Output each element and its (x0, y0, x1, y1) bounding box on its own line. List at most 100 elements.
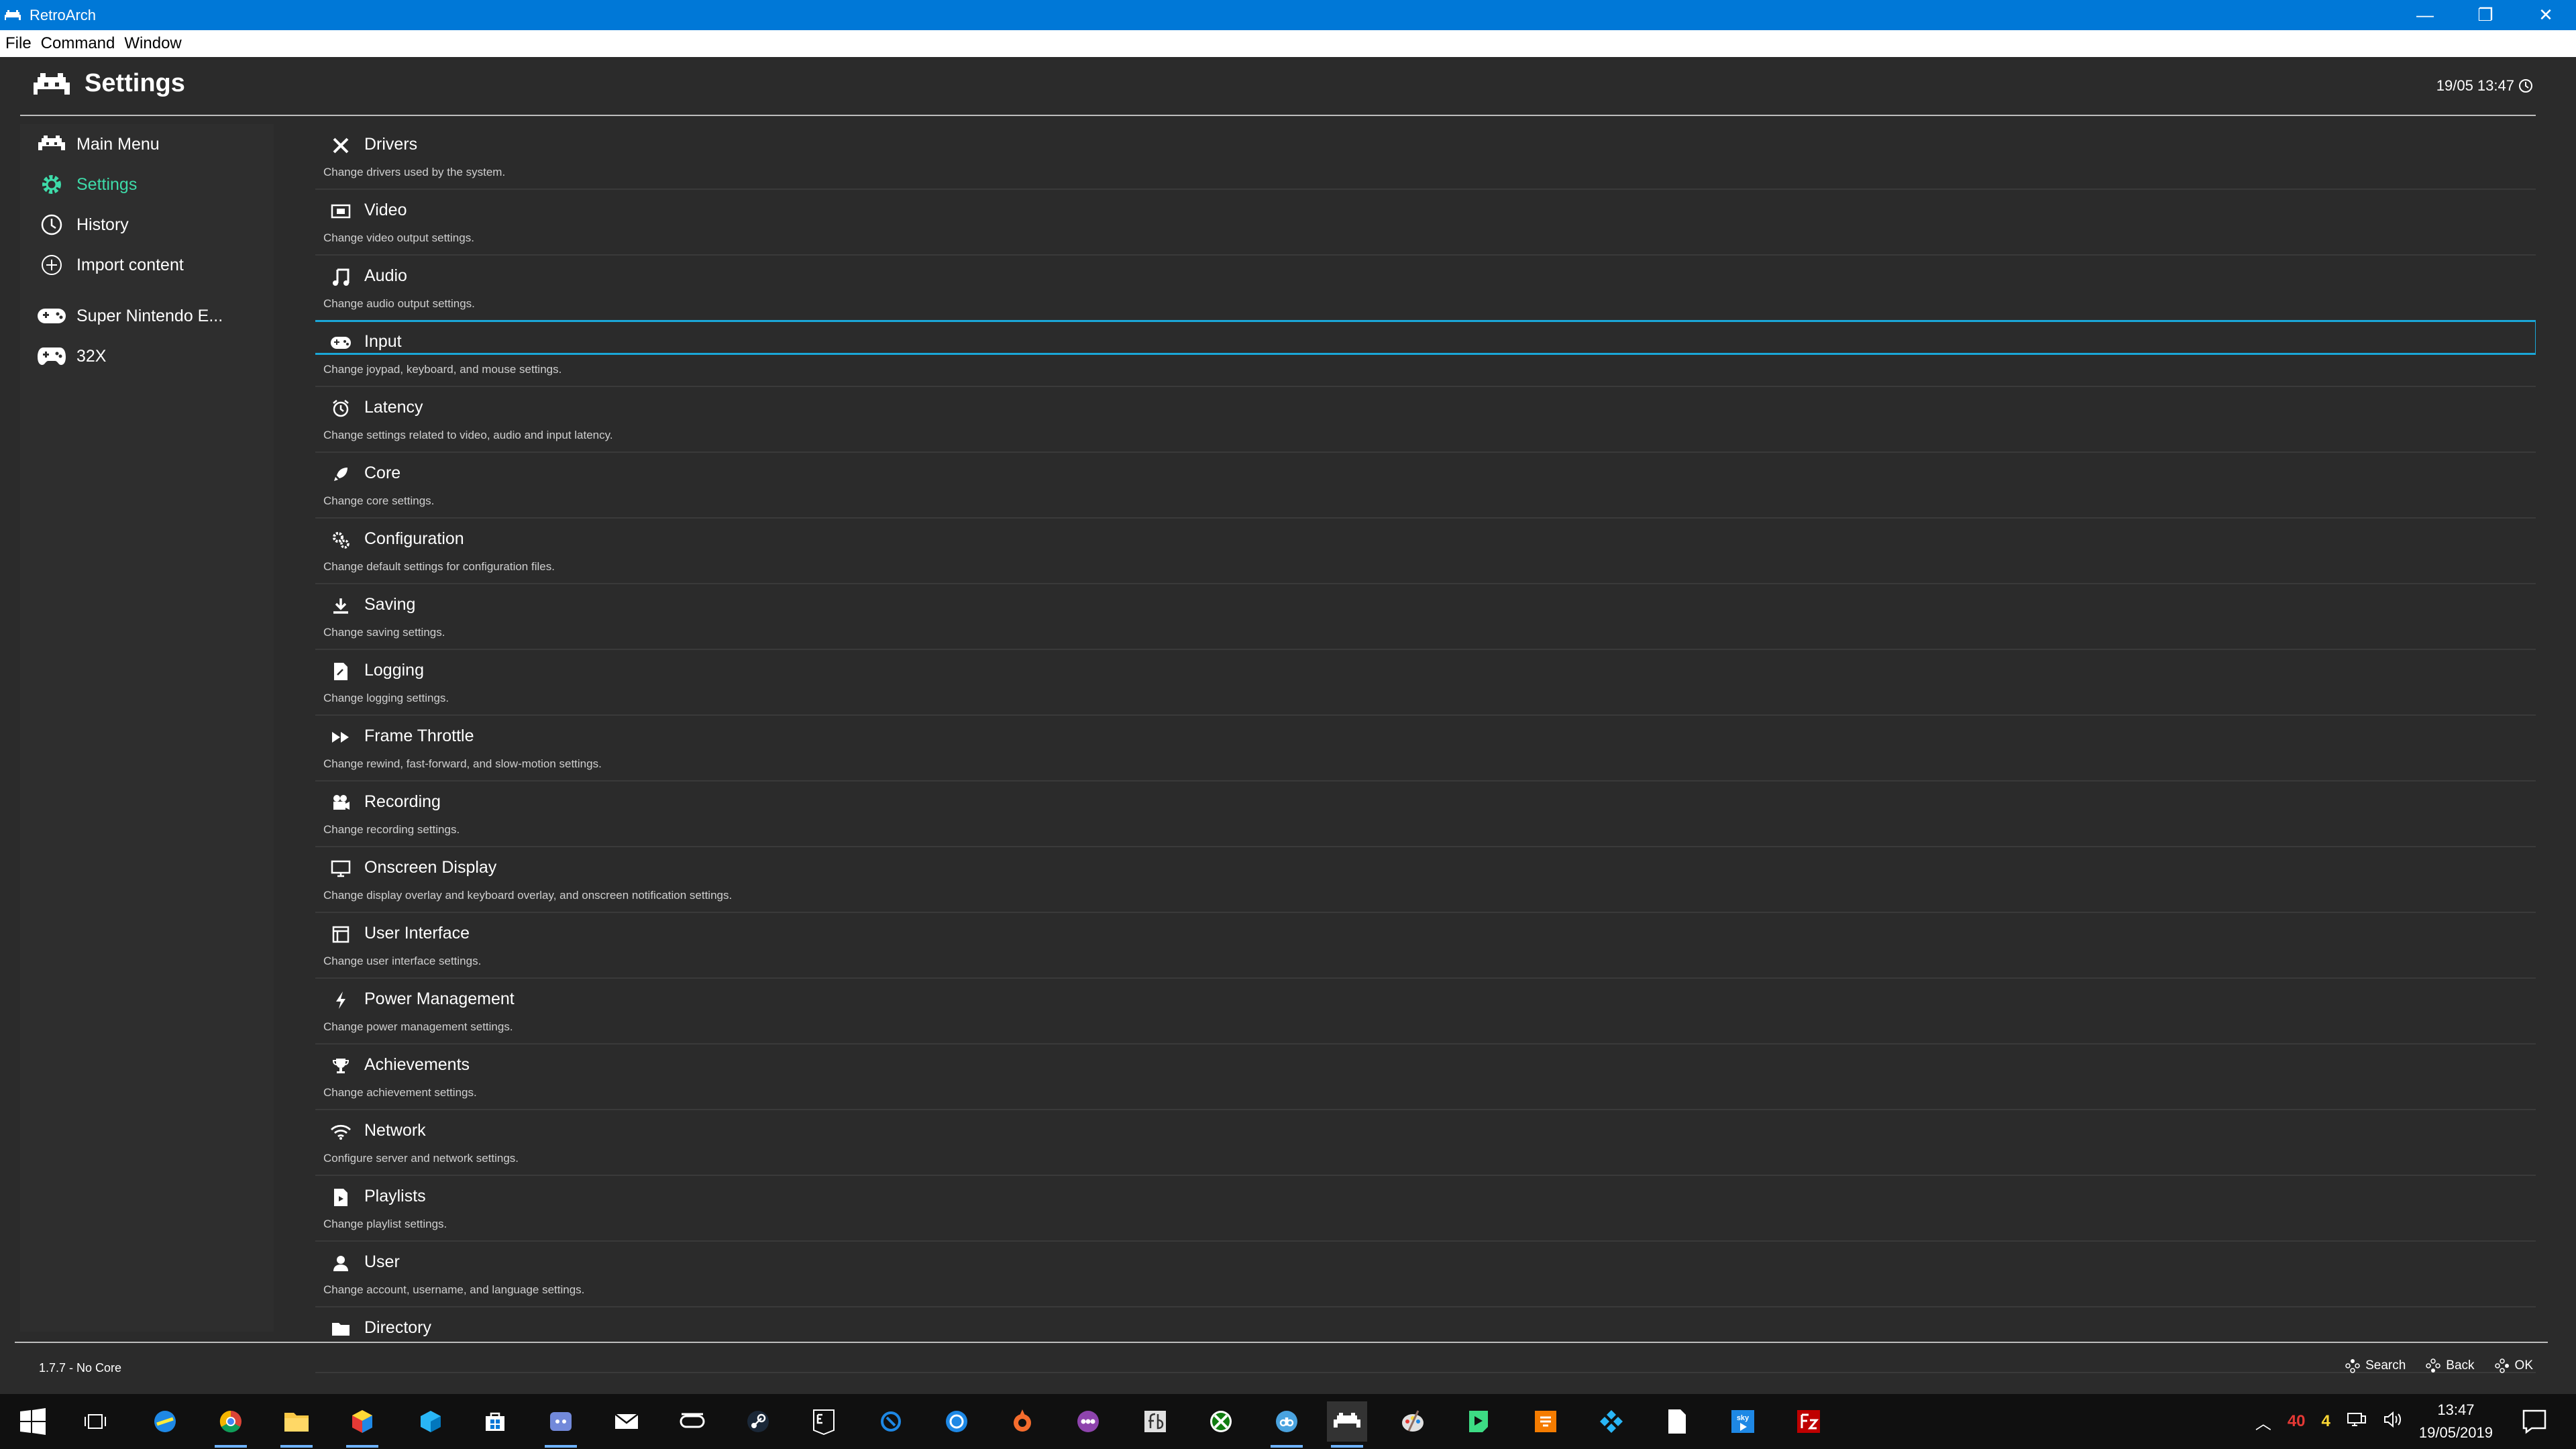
window-titlebar: RetroArch — ❐ ✕ (0, 0, 2576, 30)
settings-item-network[interactable]: Network Configure server and network set… (315, 1110, 2536, 1176)
origin-icon[interactable] (1002, 1401, 1042, 1442)
settings-item-configuration[interactable]: Configuration Change default settings fo… (315, 519, 2536, 584)
kodi-icon[interactable] (1591, 1401, 1631, 1442)
tray-counter-red[interactable]: 40 (2288, 1412, 2306, 1431)
streaming-app-icon[interactable] (1458, 1401, 1499, 1442)
settings-item-playlists[interactable]: Playlists Change playlist settings. (315, 1176, 2536, 1242)
history-icon (35, 208, 68, 241)
sidebar-item-settings[interactable]: Settings (20, 164, 274, 205)
settings-item-user[interactable]: User Change account, username, and langu… (315, 1242, 2536, 1307)
sidebar-item-import-content[interactable]: Import content (20, 245, 274, 285)
settings-item-label: User (364, 1252, 400, 1271)
file-explorer-icon[interactable] (276, 1401, 317, 1448)
tray-counter-yellow[interactable]: 4 (2322, 1412, 2330, 1431)
sidebar-item-label: Import content (76, 255, 184, 274)
lightning-icon (329, 988, 353, 1012)
sidebar-item-label: History (76, 215, 129, 234)
epic-games-icon[interactable] (804, 1401, 844, 1442)
settings-item-onscreen-display[interactable]: Onscreen Display Change display overlay … (315, 847, 2536, 913)
sidebar-item-32x-playlist[interactable]: 32X (20, 336, 274, 376)
blank-file-icon[interactable] (1657, 1401, 1697, 1442)
game-launcher-icon[interactable] (342, 1401, 382, 1448)
minimize-button[interactable]: — (2395, 0, 2455, 30)
log-file-icon (329, 659, 353, 684)
settings-item-description: Change playlist settings. (323, 1218, 447, 1230)
menu-command[interactable]: Command (41, 34, 115, 53)
volume-tray-icon[interactable] (2383, 1411, 2403, 1433)
gog-galaxy-icon[interactable] (1068, 1401, 1108, 1442)
video-icon (329, 199, 353, 223)
settings-item-description: Change default settings for configuratio… (323, 560, 555, 573)
retroarch-taskbar-icon[interactable] (1327, 1401, 1367, 1448)
discord-icon[interactable] (541, 1401, 581, 1448)
network-tray-icon[interactable] (2347, 1411, 2367, 1433)
footer: 1.7.7 - No Core Search Back OK (0, 1344, 2576, 1394)
action-center-icon[interactable] (2520, 1407, 2549, 1436)
sidebar-item-label: Main Menu (76, 134, 160, 154)
sidebar-item-snes-playlist[interactable]: Super Nintendo E... (20, 296, 274, 336)
sidebar-item-history[interactable]: History (20, 205, 274, 245)
settings-item-description: Change saving settings. (323, 626, 445, 639)
snes-controller-icon (35, 299, 68, 333)
paint-app-icon[interactable] (1393, 1401, 1433, 1442)
search-hint-button[interactable]: Search (2345, 1358, 2406, 1373)
download-icon (329, 594, 353, 618)
3d-box-app-icon[interactable] (411, 1401, 451, 1442)
svg-text:sky: sky (1737, 1414, 1750, 1422)
playlist-file-icon (329, 1185, 353, 1210)
foobar-icon[interactable] (1135, 1401, 1175, 1442)
chrome-icon[interactable] (211, 1401, 251, 1448)
sidebar: Main Menu Settings History Import conten… (20, 124, 274, 1332)
settings-item-logging[interactable]: Logging Change logging settings. (315, 650, 2536, 716)
settings-item-audio[interactable]: Audio Change audio output settings. (315, 256, 2536, 321)
ok-hint-button[interactable]: OK (2494, 1358, 2533, 1373)
settings-item-power-management[interactable]: Power Management Change power management… (315, 979, 2536, 1044)
filezilla-icon[interactable] (1788, 1401, 1829, 1442)
settings-item-core[interactable]: Core Change core settings. (315, 453, 2536, 519)
mail-icon[interactable] (606, 1401, 647, 1442)
settings-item-label: Input (364, 332, 402, 351)
show-hidden-icons-chevron-icon[interactable]: ︿ (2255, 1410, 2271, 1434)
settings-item-saving[interactable]: Saving Change saving settings. (315, 584, 2536, 650)
sidebar-item-main-menu[interactable]: Main Menu (20, 124, 274, 164)
trophy-icon (329, 1054, 353, 1078)
qbittorrent-icon[interactable] (1267, 1401, 1307, 1448)
xbox-app-icon[interactable] (1201, 1401, 1241, 1442)
wifi-icon (329, 1120, 353, 1144)
menu-file[interactable]: File (5, 34, 32, 53)
settings-item-user-interface[interactable]: User Interface Change user interface set… (315, 913, 2536, 979)
settings-item-drivers[interactable]: Drivers Change drivers used by the syste… (315, 124, 2536, 190)
menu-window[interactable]: Window (124, 34, 181, 53)
settings-item-description: Change core settings. (323, 494, 435, 507)
clock-icon (2519, 79, 2532, 93)
settings-item-latency[interactable]: Latency Change settings related to video… (315, 387, 2536, 453)
settings-item-label: Logging (364, 661, 424, 680)
ui-window-icon (329, 922, 353, 947)
package-app-icon[interactable] (1525, 1401, 1566, 1442)
taskbar-clock[interactable]: 13:47 19/05/2019 (2419, 1399, 2493, 1444)
xbox-game-icon[interactable] (145, 1401, 185, 1442)
settings-item-input[interactable]: Input Change joypad, keyboard, and mouse… (315, 320, 2536, 387)
close-button[interactable]: ✕ (2516, 0, 2576, 30)
settings-item-label: Audio (364, 266, 407, 285)
task-view-icon[interactable] (75, 1401, 115, 1442)
settings-item-video[interactable]: Video Change video output settings. (315, 190, 2536, 256)
steam-icon[interactable] (738, 1401, 778, 1442)
battle-net-icon[interactable] (871, 1401, 911, 1442)
settings-item-label: Power Management (364, 989, 515, 1008)
settings-item-label: Frame Throttle (364, 727, 474, 745)
uplay-icon[interactable] (936, 1401, 977, 1442)
oculus-vr-icon[interactable] (672, 1401, 712, 1442)
settings-item-achievements[interactable]: Achievements Change achievement settings… (315, 1044, 2536, 1110)
back-hint-button[interactable]: Back (2426, 1358, 2475, 1373)
sky-go-icon[interactable]: sky (1723, 1401, 1763, 1442)
menubar: File Command Window (0, 30, 2576, 57)
settings-item-frame-throttle[interactable]: Frame Throttle Change rewind, fast-forwa… (315, 716, 2536, 782)
windows-start-icon[interactable] (19, 1407, 47, 1436)
settings-item-description: Change account, username, and language s… (323, 1283, 585, 1296)
invader-icon (35, 127, 68, 161)
settings-item-recording[interactable]: Recording Change recording settings. (315, 782, 2536, 847)
restore-button[interactable]: ❐ (2455, 0, 2516, 30)
microsoft-store-icon[interactable] (475, 1401, 515, 1442)
plus-circle-icon (35, 248, 68, 282)
